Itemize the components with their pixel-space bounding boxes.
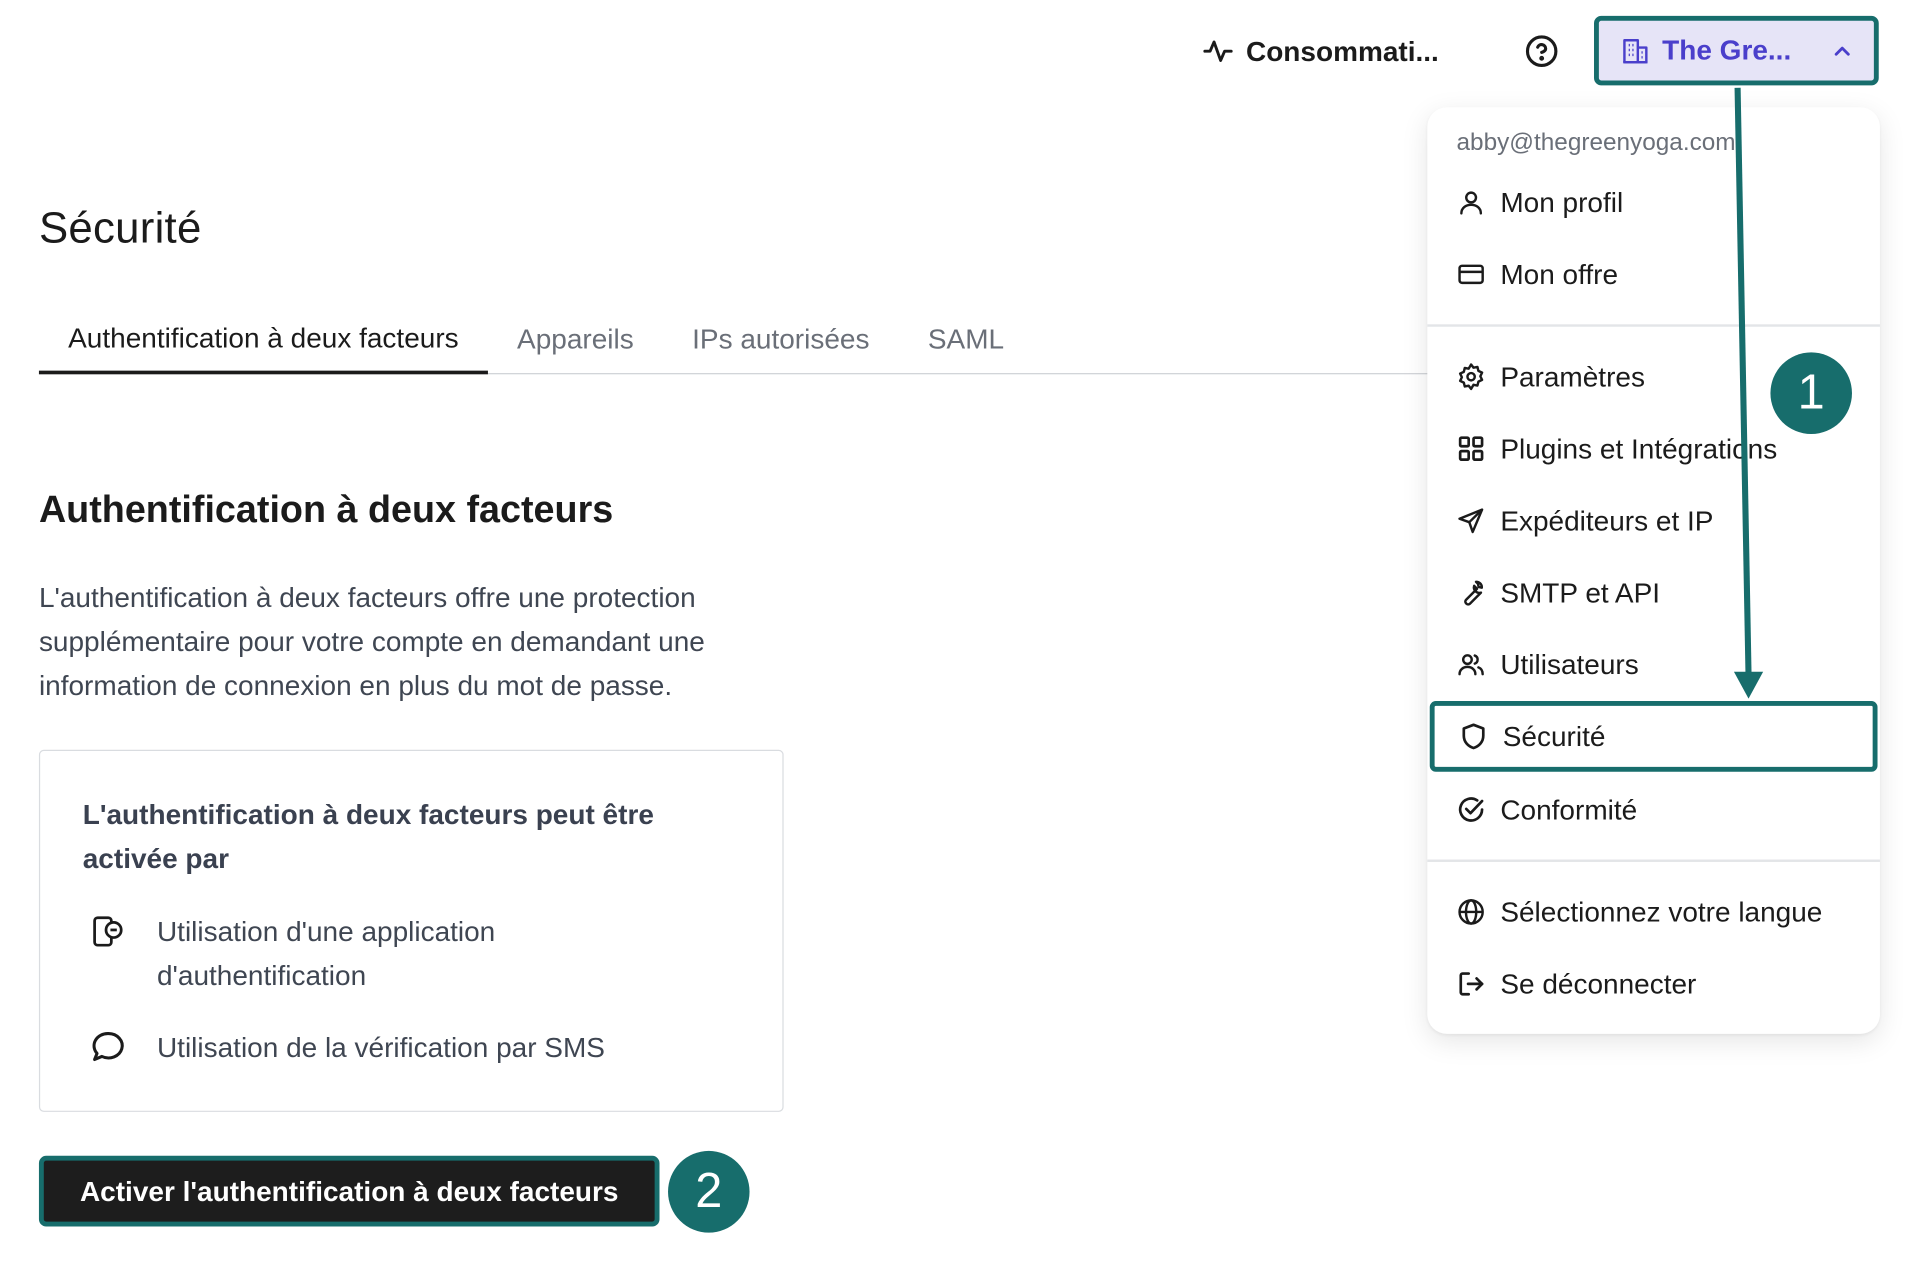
account-email: abby@thegreenyoga.com xyxy=(1456,129,1736,157)
menu-divider xyxy=(1427,324,1880,327)
section-description: L'authentification à deux facteurs offre… xyxy=(38,581,705,702)
usage-label: Consommati... xyxy=(1246,34,1439,67)
tab-two-factor[interactable]: Authentification à deux facteurs xyxy=(38,305,488,375)
two-factor-methods-card: L'authentification à deux facteurs peut … xyxy=(38,749,784,1112)
user-icon xyxy=(1460,191,1483,215)
credit-card-icon xyxy=(1458,264,1484,285)
users-icon xyxy=(1458,654,1484,676)
method-label: Utilisation d'une application d'authenti… xyxy=(156,915,496,992)
account-menu-button[interactable]: The Gre... xyxy=(1594,15,1879,86)
menu-item-label: Sécurité xyxy=(1502,719,1606,752)
enable-two-factor-button[interactable]: Activer l'authentification à deux facteu… xyxy=(38,1155,660,1227)
menu-divider xyxy=(1427,859,1880,862)
section-title: Authentification à deux facteurs xyxy=(38,487,614,531)
tab-devices[interactable]: Appareils xyxy=(488,305,663,374)
help-icon[interactable] xyxy=(1525,34,1559,68)
page: Consommati... The Gre... Sécurité Authen… xyxy=(0,0,1908,1268)
logout-icon xyxy=(1459,972,1484,996)
card-title: L'authentification à deux facteurs peut … xyxy=(82,798,654,875)
wrench-icon xyxy=(1464,580,1484,606)
check-circle-icon xyxy=(1458,797,1484,822)
menu-item-label: Conformité xyxy=(1500,793,1638,825)
grid-icon xyxy=(1458,436,1484,461)
menu-item-label: Plugins et Intégrations xyxy=(1500,432,1778,464)
chat-bubble-icon xyxy=(89,1025,128,1069)
paper-plane-icon xyxy=(1458,508,1484,534)
tab-bar: Authentification à deux facteurs Apparei… xyxy=(38,305,1439,375)
method-sms: Utilisation de la vérification par SMS xyxy=(89,1025,605,1069)
menu-item-label: Utilisateurs xyxy=(1500,648,1639,680)
activity-icon xyxy=(1203,40,1233,62)
menu-item-label: Mon profil xyxy=(1500,185,1624,218)
chevron-up-icon xyxy=(1834,46,1850,56)
globe-icon xyxy=(1458,899,1484,925)
menu-item-logout[interactable]: Se déconnecter xyxy=(1427,953,1880,1014)
menu-item-compliance[interactable]: Conformité xyxy=(1427,779,1880,840)
account-dropdown-menu: abby@thegreenyoga.com Mon profil Mon off… xyxy=(1427,107,1880,1034)
tab-authorized-ips[interactable]: IPs autorisées xyxy=(663,305,899,374)
step-badge-2: 2 xyxy=(668,1150,750,1233)
menu-item-profile[interactable]: Mon profil xyxy=(1427,172,1880,233)
menu-item-senders[interactable]: Expéditeurs et IP xyxy=(1427,490,1880,551)
method-label: Utilisation de la vérification par SMS xyxy=(156,1031,605,1064)
menu-item-label: Expéditeurs et IP xyxy=(1500,504,1714,536)
menu-item-label: SMTP et API xyxy=(1500,576,1661,608)
menu-item-smtp-api[interactable]: SMTP et API xyxy=(1427,562,1880,623)
menu-item-users[interactable]: Utilisateurs xyxy=(1427,634,1880,695)
page-title: Sécurité xyxy=(38,202,202,253)
shield-icon xyxy=(1462,723,1485,750)
building-icon xyxy=(1623,38,1648,63)
usage-button[interactable]: Consommati... xyxy=(1202,29,1439,73)
menu-item-label: Se déconnecter xyxy=(1500,967,1697,1000)
menu-item-label: Sélectionnez votre langue xyxy=(1500,895,1823,928)
menu-item-security[interactable]: Sécurité xyxy=(1429,701,1878,772)
gear-icon xyxy=(1458,363,1484,391)
method-authenticator-app: Utilisation d'une application d'authenti… xyxy=(89,910,624,998)
step-badge-1: 1 xyxy=(1770,352,1852,435)
authenticator-app-icon xyxy=(89,910,128,954)
menu-item-plan[interactable]: Mon offre xyxy=(1427,244,1880,305)
menu-item-label: Mon offre xyxy=(1500,257,1619,290)
tab-saml[interactable]: SAML xyxy=(899,305,1034,374)
menu-item-language[interactable]: Sélectionnez votre langue xyxy=(1427,881,1880,942)
account-name: The Gre... xyxy=(1662,34,1792,66)
menu-item-label: Paramètres xyxy=(1500,360,1645,392)
